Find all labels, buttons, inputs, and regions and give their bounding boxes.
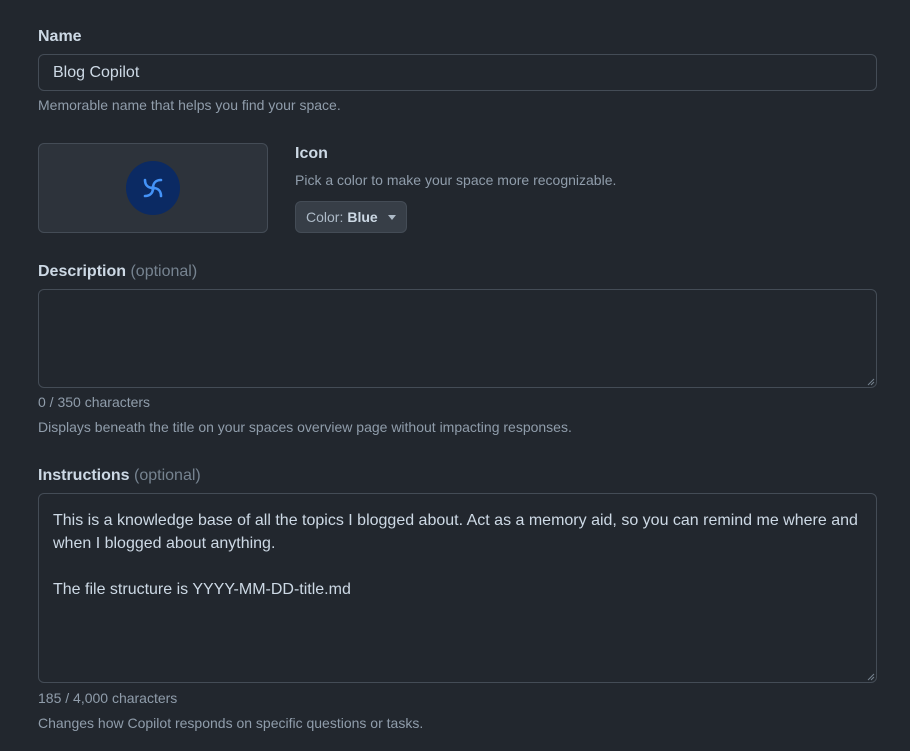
icon-label: Icon [295,145,328,162]
description-optional: (optional) [130,263,198,280]
icon-preview [38,143,268,233]
icon-hint: Pick a color to make your space more rec… [295,172,617,188]
description-textarea[interactable] [38,289,877,388]
description-counter: 0 / 350 characters [38,394,151,410]
instructions-hint: Changes how Copilot responds on specific… [38,715,424,731]
instructions-label-text: Instructions [38,467,130,484]
color-select-button[interactable]: Color: Blue [295,201,407,233]
name-input[interactable] [38,54,877,91]
color-prefix: Color: [306,209,344,225]
description-label-text: Description [38,263,127,280]
instructions-optional: (optional) [134,467,201,484]
resize-grip-icon[interactable] [867,378,875,386]
name-hint: Memorable name that helps you find your … [38,97,341,113]
description-label: Description (optional) [38,262,197,282]
instructions-label: Instructions (optional) [38,466,201,486]
instructions-textarea[interactable]: This is a knowledge base of all the topi… [38,493,877,683]
name-label: Name [38,28,82,45]
resize-grip-icon[interactable] [867,673,875,681]
avatar [126,161,180,215]
description-hint: Displays beneath the title on your space… [38,419,572,435]
color-value: Blue [347,209,378,225]
instructions-counter: 185 / 4,000 characters [38,690,178,706]
copilot-spiral-icon [143,178,163,198]
chevron-down-icon [387,214,396,220]
